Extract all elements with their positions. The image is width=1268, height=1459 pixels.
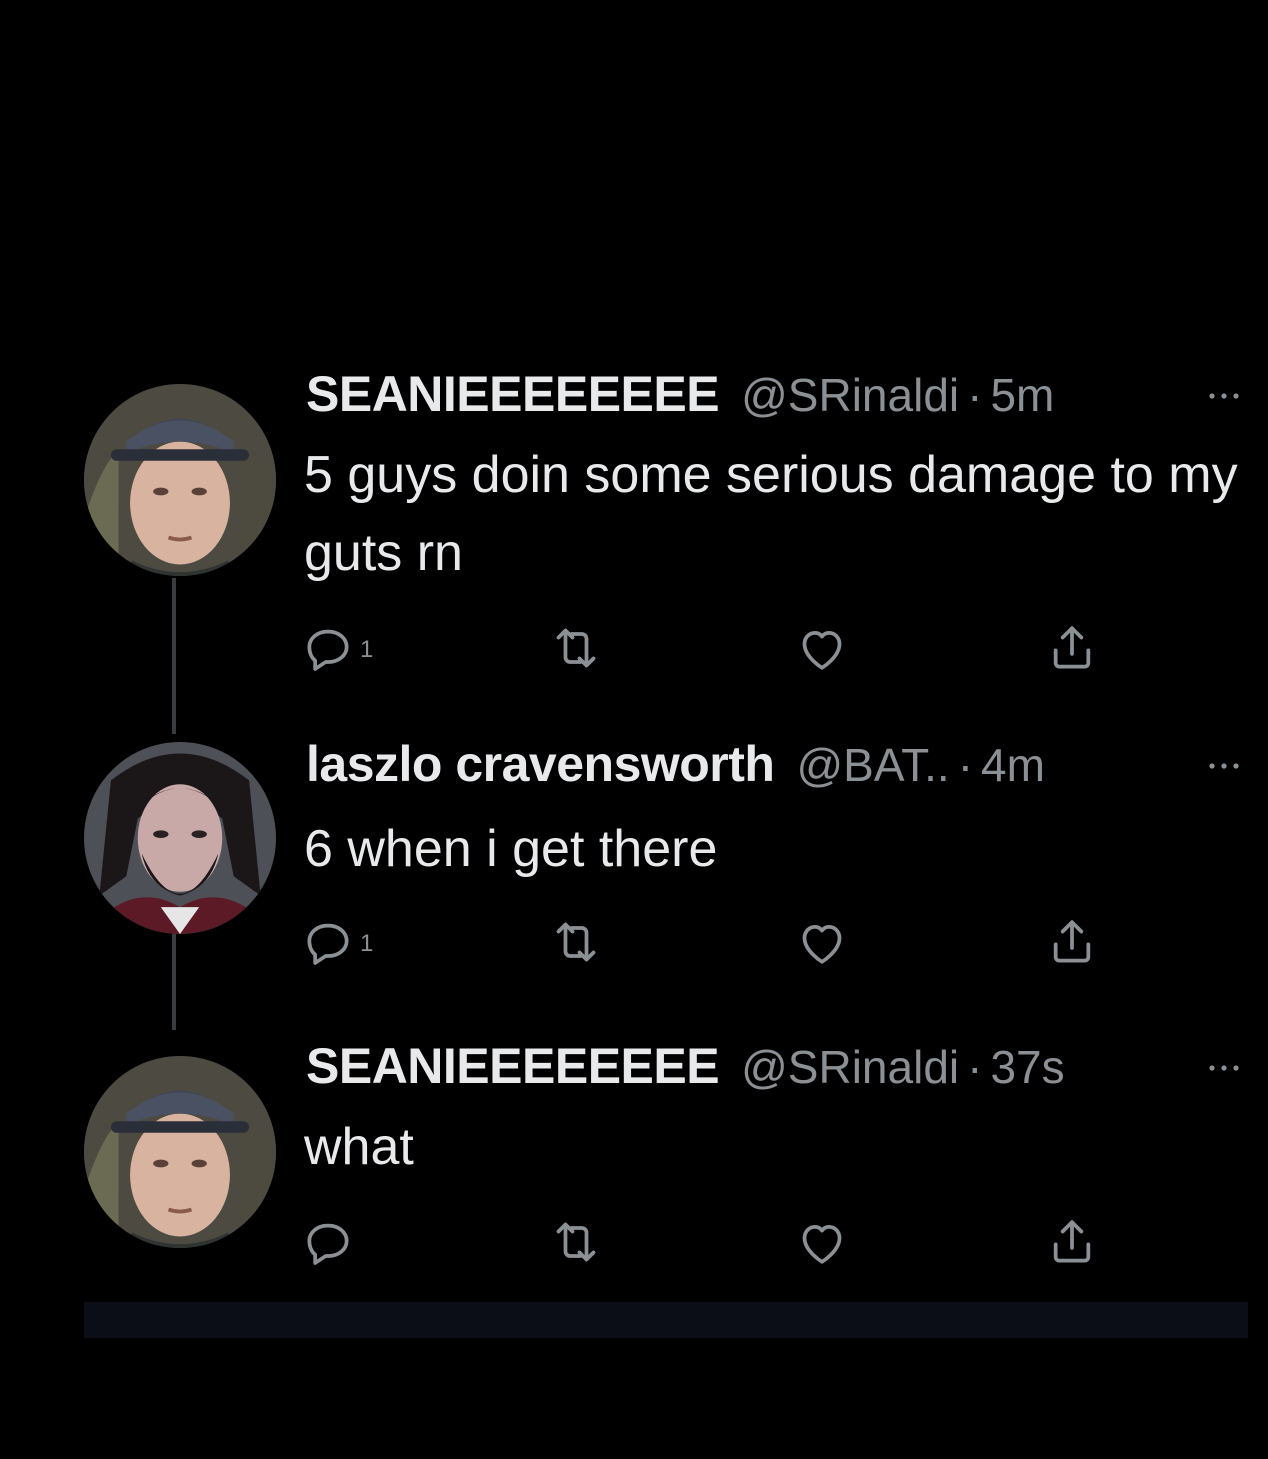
share-button[interactable]	[1044, 618, 1100, 678]
bottom-bar	[84, 1302, 1248, 1338]
like-button[interactable]	[794, 618, 850, 678]
reply-button[interactable]: 1	[300, 618, 373, 678]
like-button[interactable]	[794, 1212, 850, 1272]
tweet-header: SEANIEEEEEEEE @SRinaldi · 5m	[306, 364, 1054, 424]
tweet-header: laszlo cravensworth @BAT.. · 4m	[306, 734, 1045, 794]
reply-icon	[300, 914, 356, 970]
user-handle[interactable]: @BAT..	[796, 735, 949, 795]
retweet-button[interactable]	[548, 1212, 604, 1272]
reply-icon	[300, 1214, 356, 1270]
retweet-button[interactable]	[548, 618, 604, 678]
separator-dot: ·	[957, 739, 974, 791]
tweet-actions	[300, 1212, 1120, 1272]
display-name[interactable]: SEANIEEEEEEEE	[306, 364, 720, 424]
separator-dot: ·	[967, 369, 983, 421]
timestamp[interactable]: 4m	[981, 735, 1045, 795]
share-icon	[1044, 914, 1100, 970]
like-icon	[794, 620, 850, 676]
bearded-man-avatar-icon	[84, 742, 276, 934]
retweet-button[interactable]	[548, 912, 604, 972]
more-icon[interactable]	[1204, 756, 1244, 776]
retweet-icon	[548, 620, 604, 676]
man-cap-avatar-icon	[84, 1056, 276, 1248]
separator-dot: ·	[967, 1041, 983, 1093]
tweet-actions: 1	[300, 912, 1120, 972]
tweet-thread: SEANIEEEEEEEE @SRinaldi · 5m 5 guys doin…	[0, 0, 1268, 1459]
share-button[interactable]	[1044, 1212, 1100, 1272]
tweet-text: what	[304, 1118, 414, 1176]
thread-connector	[172, 934, 176, 1030]
share-icon	[1044, 1214, 1100, 1270]
tweet-actions: 1	[300, 618, 1120, 678]
more-icon[interactable]	[1204, 386, 1244, 406]
like-button[interactable]	[794, 912, 850, 972]
reply-button[interactable]	[300, 1212, 360, 1272]
display-name[interactable]: laszlo cravensworth	[306, 734, 775, 794]
tweet-text: 6 when i get there	[304, 820, 718, 878]
avatar[interactable]	[84, 1056, 276, 1248]
more-icon[interactable]	[1204, 1058, 1244, 1078]
reply-icon	[300, 620, 356, 676]
retweet-icon	[548, 1214, 604, 1270]
share-button[interactable]	[1044, 912, 1100, 972]
reply-count: 1	[360, 930, 374, 957]
avatar[interactable]	[84, 384, 276, 576]
man-cap-avatar-icon	[84, 384, 276, 576]
like-icon	[794, 914, 850, 970]
tweet-header: SEANIEEEEEEEE @SRinaldi · 37s	[306, 1036, 1065, 1096]
timestamp[interactable]: 5m	[990, 365, 1054, 425]
share-icon	[1044, 620, 1100, 676]
timestamp[interactable]: 37s	[990, 1037, 1064, 1097]
avatar[interactable]	[84, 742, 276, 934]
like-icon	[794, 1214, 850, 1270]
tweet-text: 5 guys doin some serious damage to my gu…	[304, 446, 1238, 582]
reply-button[interactable]: 1	[300, 912, 373, 972]
user-handle[interactable]: @SRinaldi	[741, 365, 959, 425]
display-name[interactable]: SEANIEEEEEEEE	[306, 1036, 720, 1096]
retweet-icon	[548, 914, 604, 970]
reply-count: 1	[360, 636, 374, 663]
user-handle[interactable]: @SRinaldi	[741, 1037, 959, 1097]
thread-connector	[172, 578, 176, 734]
